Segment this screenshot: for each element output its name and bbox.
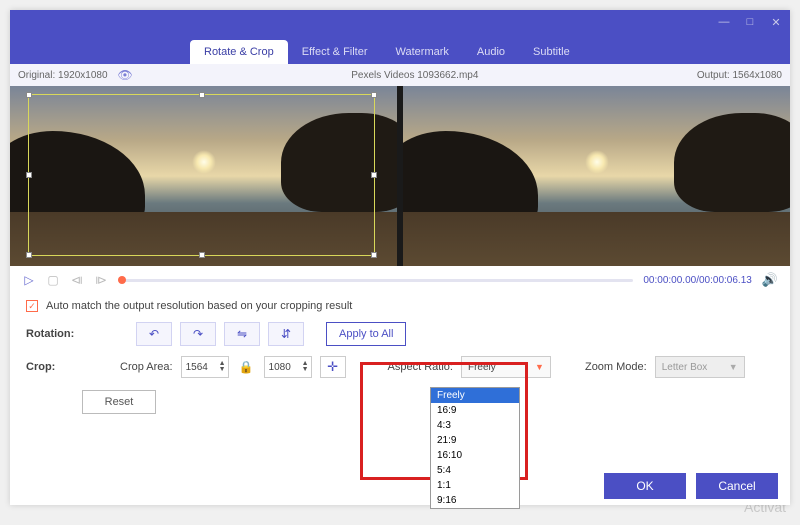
stop-button[interactable]: ▢	[46, 273, 60, 287]
preview-original[interactable]	[10, 86, 397, 266]
aspect-option[interactable]: 4:3	[431, 418, 519, 433]
tab-watermark[interactable]: Watermark	[382, 40, 463, 64]
crop-height-input[interactable]: 1080▲▼	[264, 356, 312, 378]
reset-button[interactable]: Reset	[82, 390, 156, 414]
titlebar: — □ ✕	[10, 10, 790, 34]
cancel-button[interactable]: Cancel	[696, 473, 778, 499]
aspect-option[interactable]: 9:16	[431, 493, 519, 508]
aspect-option[interactable]: 16:9	[431, 403, 519, 418]
center-crop-button[interactable]: ✛	[320, 356, 346, 378]
playback-bar: ▷ ▢ ⧏ ⧐ 00:00:00.00/00:00:06.13 🔊	[10, 266, 790, 294]
aspect-ratio-select[interactable]: Freely▼	[461, 356, 551, 378]
next-frame-button[interactable]: ⧐	[94, 273, 108, 287]
crop-label: Crop:	[26, 361, 80, 373]
tab-effect-filter[interactable]: Effect & Filter	[288, 40, 382, 64]
aspect-ratio-label: Aspect Ratio:	[388, 361, 453, 373]
time-display: 00:00:00.00/00:00:06.13	[643, 275, 751, 286]
flip-vertical-button[interactable]: ⇵	[268, 322, 304, 346]
rotation-label: Rotation:	[26, 328, 80, 340]
output-label: Output: 1564x1080	[697, 70, 782, 81]
aspect-option[interactable]: Freely	[431, 388, 519, 403]
aspect-option[interactable]: 5:4	[431, 463, 519, 478]
maximize-button[interactable]: □	[744, 16, 756, 28]
preview-output	[397, 86, 790, 266]
crop-width-input[interactable]: 1564▲▼	[181, 356, 229, 378]
footer-buttons: OK Cancel	[604, 473, 778, 499]
aspect-option[interactable]: 16:10	[431, 448, 519, 463]
tab-subtitle[interactable]: Subtitle	[519, 40, 584, 64]
flip-horizontal-button[interactable]: ⇋	[224, 322, 260, 346]
controls-panel: ✓ Auto match the output resolution based…	[10, 294, 790, 420]
tab-bar: Rotate & Crop Effect & Filter Watermark …	[10, 34, 790, 64]
info-bar: Original: 1920x1080 👁 Pexels Videos 1093…	[10, 64, 790, 86]
filename: Pexels Videos 1093662.mp4	[133, 70, 697, 81]
preview-toggle-icon[interactable]: 👁	[118, 68, 133, 82]
preview-area	[10, 86, 790, 266]
tab-rotate-crop[interactable]: Rotate & Crop	[190, 40, 288, 64]
rotate-cw-button[interactable]: ↷	[180, 322, 216, 346]
prev-frame-button[interactable]: ⧏	[70, 273, 84, 287]
close-button[interactable]: ✕	[770, 16, 782, 28]
tab-audio[interactable]: Audio	[463, 40, 519, 64]
volume-icon[interactable]: 🔊	[762, 272, 778, 288]
aspect-option[interactable]: 1:1	[431, 478, 519, 493]
lock-aspect-icon[interactable]: 🔒	[237, 360, 256, 374]
app-window: — □ ✕ Rotate & Crop Effect & Filter Wate…	[10, 10, 790, 505]
zoom-mode-select[interactable]: Letter Box▼	[655, 356, 745, 378]
crop-area-label: Crop Area:	[120, 361, 173, 373]
automatch-checkbox[interactable]: ✓	[26, 300, 38, 312]
zoom-mode-label: Zoom Mode:	[585, 361, 647, 373]
original-label: Original: 1920x1080	[18, 70, 108, 81]
minimize-button[interactable]: —	[718, 16, 730, 28]
automatch-label: Auto match the output resolution based o…	[46, 300, 352, 312]
rotate-ccw-button[interactable]: ↶	[136, 322, 172, 346]
seek-thumb[interactable]	[118, 276, 126, 284]
aspect-option[interactable]: 21:9	[431, 433, 519, 448]
ok-button[interactable]: OK	[604, 473, 686, 499]
play-button[interactable]: ▷	[22, 273, 36, 287]
seek-track[interactable]	[118, 279, 633, 282]
aspect-ratio-dropdown: Freely 16:9 4:3 21:9 16:10 5:4 1:1 9:16	[430, 387, 520, 509]
apply-all-button[interactable]: Apply to All	[326, 322, 406, 346]
